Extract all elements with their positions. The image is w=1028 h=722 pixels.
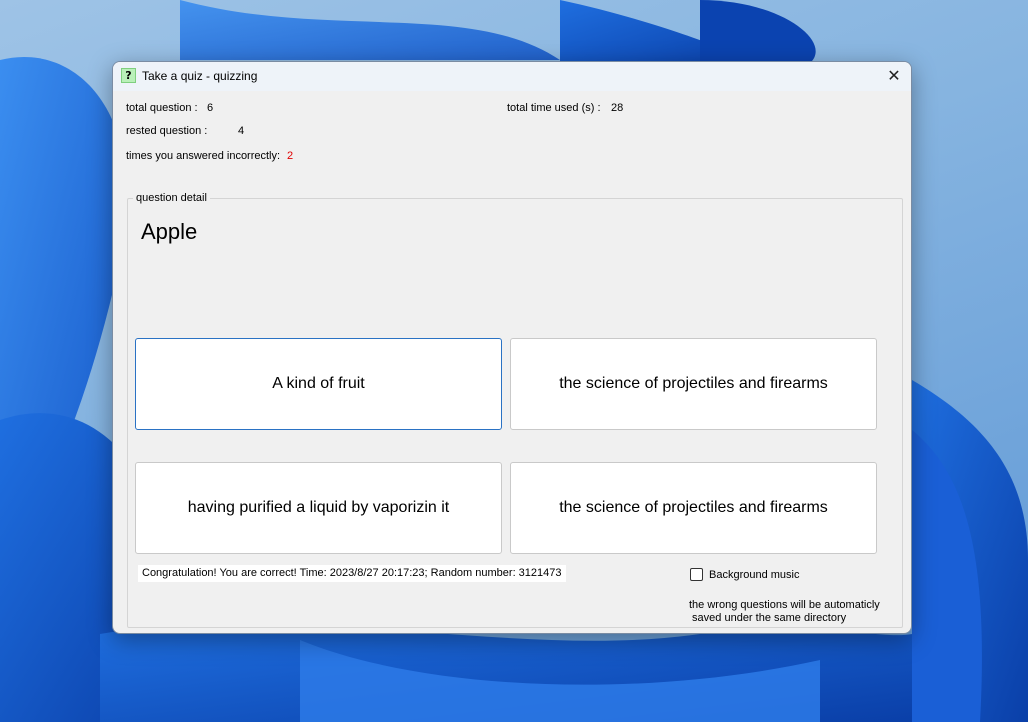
save-note-line-1: the wrong questions will be automaticly xyxy=(689,599,880,611)
background-music-option[interactable]: Background music xyxy=(690,568,800,581)
background-music-label[interactable]: Background music xyxy=(709,569,800,581)
question-mark-icon: ? xyxy=(121,68,136,83)
total-question-label: total question : xyxy=(126,102,198,114)
incorrect-count-value: 2 xyxy=(287,150,294,162)
question-word: Apple xyxy=(141,219,198,244)
window-title: Take a quiz - quizzing xyxy=(142,69,258,83)
title-bar[interactable]: ? Take a quiz - quizzing ✕ xyxy=(113,62,911,91)
total-question-value: 6 xyxy=(207,102,214,114)
close-button[interactable]: ✕ xyxy=(881,64,907,88)
save-note: the wrong questions will be automaticly … xyxy=(689,599,889,625)
save-note-line-2: saved under the same directory xyxy=(689,612,847,624)
time-used-label: total time used (s) : xyxy=(507,102,601,114)
answer-button-2[interactable]: the science of projectiles and firearms xyxy=(510,338,877,430)
feedback-message: Congratulation! You are correct! Time: 2… xyxy=(138,565,566,582)
background-music-checkbox[interactable] xyxy=(690,568,703,581)
incorrect-count-label: times you answered incorrectly: xyxy=(126,150,281,162)
answer-button-3[interactable]: having purified a liquid by vaporizin it xyxy=(135,462,502,554)
answer-button-1[interactable]: A kind of fruit xyxy=(135,338,502,430)
answer-button-4[interactable]: the science of projectiles and firearms xyxy=(510,462,877,554)
time-used-value: 28 xyxy=(611,102,624,114)
rested-question-value: 4 xyxy=(238,125,245,137)
quiz-window: ? Take a quiz - quizzing ✕ total questio… xyxy=(112,61,912,634)
rested-question-label: rested question : xyxy=(126,125,208,137)
question-detail-label: question detail xyxy=(133,192,210,204)
